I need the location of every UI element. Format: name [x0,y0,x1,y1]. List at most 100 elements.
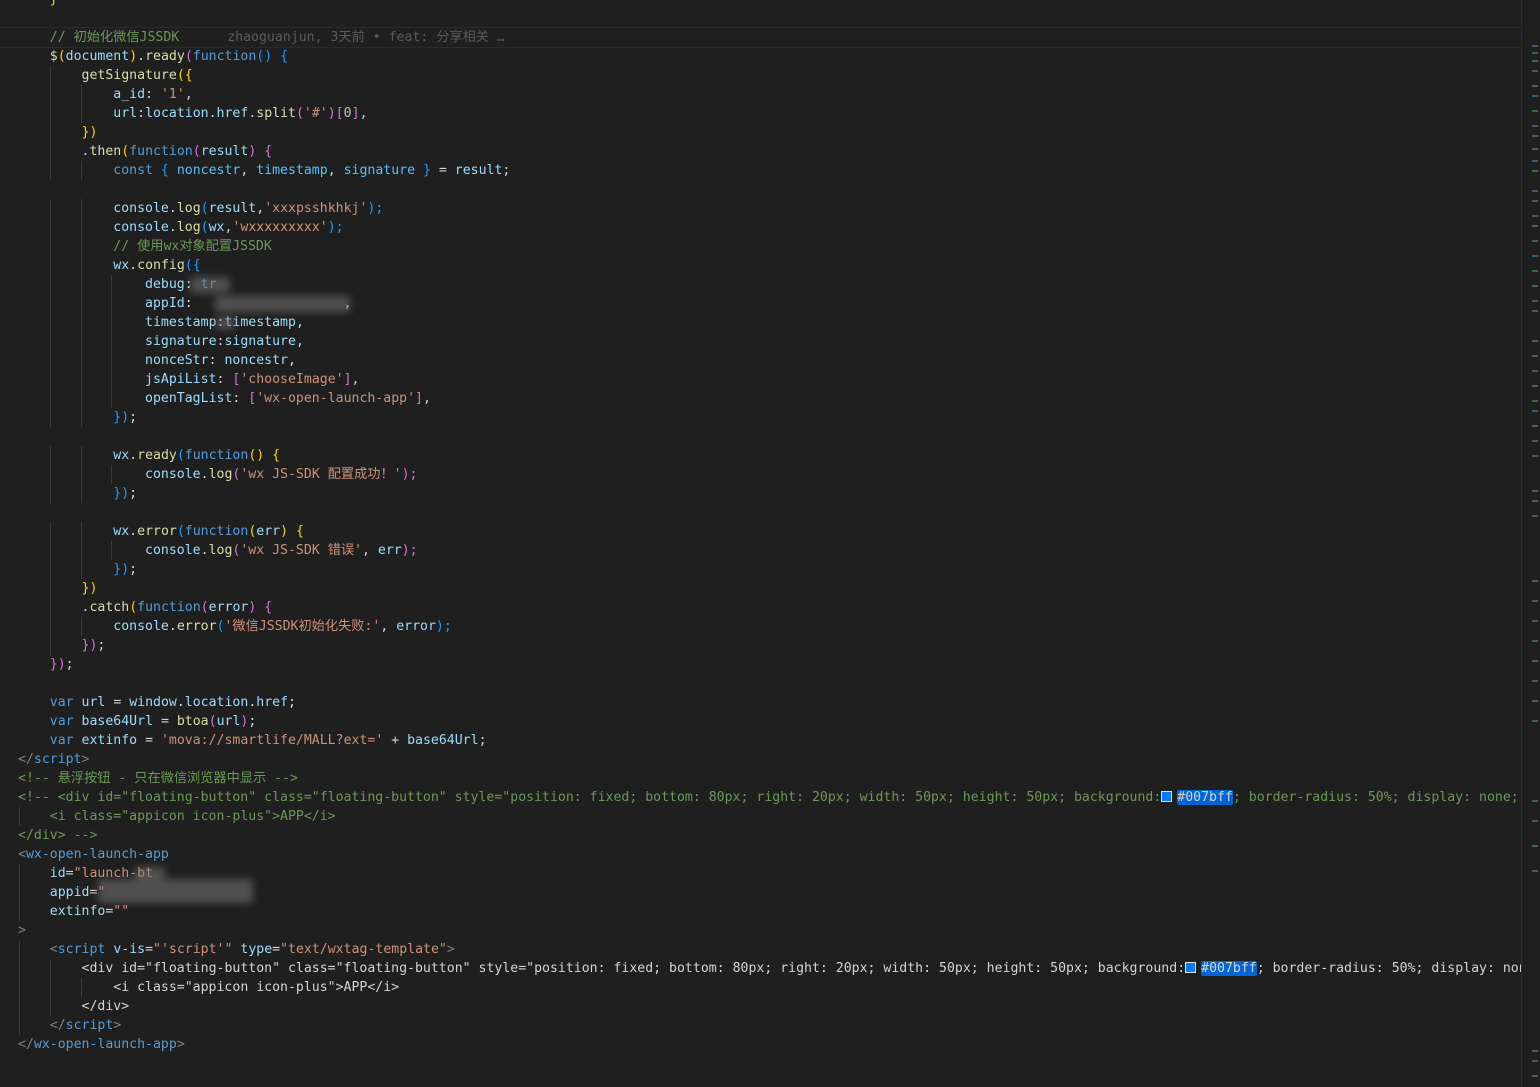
code-line[interactable]: </div> --> [0,826,1522,845]
code-token: ) { [248,600,273,615]
minimap-marker [1532,370,1538,372]
minimap-marker [1532,45,1538,47]
code-line[interactable]: console.log(result,'xxxpsshkhkj'); [0,199,1522,218]
code-token: <div id="floating-button" class="floatin… [81,961,1186,976]
code-token: ready [145,49,185,64]
indent-guide [19,864,20,883]
indent-guide [80,199,82,218]
code-token: () { [256,49,289,64]
color-swatch[interactable] [1185,961,1197,973]
code-line[interactable]: </script> [0,750,1522,769]
code-line[interactable]: a_id: '1', [0,85,1522,104]
code-line[interactable]: jsApiList: ['chooseImage'], [0,370,1522,389]
code-line[interactable]: }); [0,636,1522,655]
code-line[interactable]: }); [0,484,1522,503]
code-line[interactable]: <script v-is="'script'" type="text/wxtag… [0,940,1522,959]
code-token: result [200,144,249,159]
code-token: > [81,752,90,767]
code-line[interactable]: <i class="appicon icon-plus">APP</i> [0,978,1522,997]
code-line[interactable]: wx.error(function(err) { [0,522,1522,541]
code-line[interactable]: wx.ready(function() { [0,446,1522,465]
code-line[interactable]: } [0,0,1522,9]
code-line[interactable]: }) [0,123,1522,142]
code-line[interactable]: .catch(function(error) { [0,598,1522,617]
code-line[interactable]: const { noncestr, timestamp, signature }… [0,161,1522,180]
code-token: < [18,847,26,862]
code-line[interactable]: var url = window.location.href; [0,693,1522,712]
indent-guide [80,313,82,332]
code-line[interactable]: signature:signature, [0,332,1522,351]
code-token: 'wx JS-SDK 配置成功！' [240,467,402,482]
code-token: <!-- 悬浮按钮 - 只在微信浏览器中显示 --> [18,771,298,786]
indent-guide [49,997,51,1016]
code-line[interactable]: <!-- <div id="floating-button" class="fl… [0,788,1522,807]
code-line[interactable]: openTagList: ['wx-open-launch-app'], [0,389,1522,408]
code-line[interactable]: nonceStr: noncestr, [0,351,1522,370]
code-token: location [184,695,249,710]
code-line[interactable] [0,180,1522,199]
code-line[interactable]: debug: tr [0,275,1522,294]
code-line[interactable]: console.log('wx JS-SDK 错误', err); [0,541,1522,560]
code-line[interactable]: .then(function(result) { [0,142,1522,161]
code-line[interactable]: var extinfo = 'mova://smartlife/MALL?ext… [0,731,1522,750]
code-token: console [113,619,169,634]
minimap-marker [1532,660,1538,662]
indent-guide [49,294,51,313]
code-line[interactable]: </wx-open-launch-app> [0,1035,1522,1054]
code-token: debug [145,277,185,292]
code-line[interactable]: var base64Url = btoa(url); [0,712,1522,731]
code-line[interactable] [0,503,1522,522]
minimap-scrollbar[interactable] [1521,0,1540,1087]
indent-guide [49,598,51,617]
code-line[interactable]: url:location.href.split('#')[0], [0,104,1522,123]
code-line[interactable]: wx.config({ [0,256,1522,275]
code-token: ; [65,657,74,672]
minimap-marker [1532,1050,1538,1052]
code-line[interactable]: <div id="floating-button" class="floatin… [0,959,1522,978]
code-line[interactable]: appid=" [0,879,1522,903]
code-line[interactable]: extinfo="" [0,902,1522,921]
code-line[interactable]: </div> [0,997,1522,1016]
code-token: ; [478,733,487,748]
code-line[interactable]: > [0,921,1522,940]
code-line[interactable] [0,674,1522,693]
code-token: v-is [113,942,146,957]
code-line[interactable]: }); [0,655,1522,674]
code-token: log [176,220,201,235]
code-token: script [33,752,82,767]
code-line[interactable]: appId: , [0,294,1522,313]
code-line[interactable] [0,9,1522,28]
code-line[interactable]: getSignature({ [0,66,1522,85]
code-line[interactable]: console.log('wx JS-SDK 配置成功！'); [0,465,1522,484]
code-line[interactable]: // 初始化微信JSSDK zhaoguanjun, 3天前 • feat: 分享… [0,27,1522,48]
code-line[interactable]: <i class="appicon icon-plus">APP</i> [0,807,1522,826]
code-line[interactable]: // 使用wx对象配置JSSDK [0,237,1522,256]
code-token: , [288,353,296,368]
indent-guide [49,541,51,560]
code-line[interactable]: console.error('微信JSSDK初始化失败:', error); [0,617,1522,636]
code-line[interactable]: $(document).ready(function() { [0,47,1522,66]
code-line[interactable]: console.log(wx,'wxxxxxxxxx'); [0,218,1522,237]
code-editor[interactable]: } // 初始化微信JSSDK zhaoguanjun, 3天前 • feat: … [0,0,1522,1087]
minimap-marker [1532,385,1538,387]
code-line[interactable]: <wx-open-launch-app [0,845,1522,864]
code-token: ( [176,524,185,539]
code-token: ( [200,220,209,235]
code-lines[interactable]: } // 初始化微信JSSDK zhaoguanjun, 3天前 • feat: … [0,0,1522,1054]
code-token: wx [113,448,130,463]
code-line[interactable]: timestamp:timestamp, [0,313,1522,332]
code-token: , [380,619,397,634]
code-line[interactable]: </script> [0,1016,1522,1035]
color-swatch[interactable] [1161,790,1173,802]
code-line[interactable]: <!-- 悬浮按钮 - 只在微信浏览器中显示 --> [0,769,1522,788]
code-token: <i class="appicon icon-plus">APP</i> [113,980,400,995]
code-token: ; [129,410,138,425]
code-token: function [184,448,249,463]
code-line[interactable]: }); [0,560,1522,579]
code-line[interactable]: }); [0,408,1522,427]
code-line[interactable] [0,427,1522,446]
code-token: , [295,315,304,330]
code-token: = [145,942,154,957]
code-line[interactable]: }) [0,579,1522,598]
indent-guide [49,408,51,427]
